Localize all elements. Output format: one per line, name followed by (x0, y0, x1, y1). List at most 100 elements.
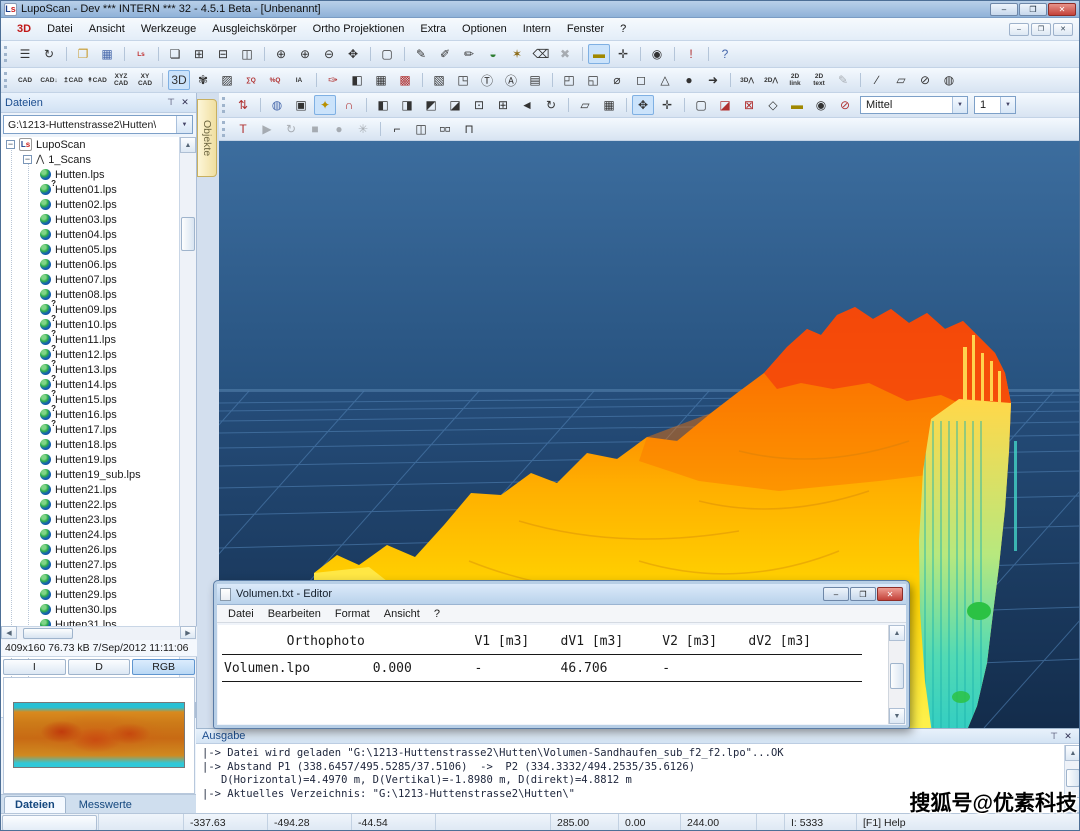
toolbar-icon[interactable]: ▱ (574, 95, 596, 115)
tree-item-file[interactable]: Hutten08.lps (1, 287, 180, 302)
toolbar-icon[interactable]: ✏ (458, 44, 480, 64)
scroll-up-icon[interactable]: ▲ (889, 625, 905, 641)
toolbar-icon[interactable]: XY CAD (134, 70, 156, 90)
menu-item[interactable]: Ausgleichskörper (204, 18, 304, 40)
toolbar-icon[interactable]: ✖ (554, 44, 576, 64)
toolbar-icon[interactable]: ⊞ (492, 95, 514, 115)
toolbar-icon[interactable] (671, 44, 677, 64)
toolbar-icon[interactable]: 3D (168, 70, 190, 90)
toolbar-icon[interactable]: ? (714, 44, 736, 64)
toolbar-icon[interactable]: ◨ (396, 95, 418, 115)
editor-content[interactable]: Orthophoto V1 [m3] dV1 [m3] V2 [m3] dV2 … (218, 625, 905, 724)
scrollbar-thumb[interactable] (181, 217, 195, 251)
toolbar-icon[interactable]: ✶ (506, 44, 528, 64)
tree-item-file[interactable]: Hutten12.lps (1, 347, 180, 362)
toolbar-icon[interactable]: T (232, 119, 254, 139)
toolbar-icon[interactable]: ⊡ (468, 95, 490, 115)
menu-item[interactable]: Intern (515, 18, 559, 40)
toolbar-icon[interactable]: ▦ (96, 44, 118, 64)
tree-item-file[interactable]: Hutten13.lps (1, 362, 180, 377)
toolbar-icon[interactable]: CAD (14, 70, 36, 90)
toolbar-icon[interactable]: ⌫ (530, 44, 552, 64)
toolbar-icon[interactable]: 3D⋀ (736, 70, 758, 90)
menu-item[interactable]: 3D (9, 18, 39, 40)
toolbar-icon[interactable]: ✎ (832, 70, 854, 90)
toolbar-icon[interactable] (367, 44, 373, 64)
toolbar-grip[interactable] (222, 121, 227, 137)
tree-item-file[interactable]: Hutten21.lps (1, 482, 180, 497)
toolbar-icon[interactable] (705, 44, 711, 64)
tree-item-file[interactable]: Hutten03.lps (1, 212, 180, 227)
tree-item-file[interactable]: Hutten.lps (1, 167, 180, 182)
toolbar-icon[interactable]: 2D link (784, 70, 806, 90)
panel-header-button[interactable]: ⊤ (1047, 729, 1061, 743)
tree-item-file[interactable]: Hutten18.lps (1, 437, 180, 452)
title-bar[interactable]: Ls LupoScan - Dev *** INTERN *** 32 - 4.… (1, 1, 1079, 18)
toolbar-icon[interactable]: ▧ (428, 70, 450, 90)
toolbar-icon[interactable]: ✑ (322, 70, 344, 90)
toolbar-icon[interactable]: ▢ (376, 44, 398, 64)
toolbar-icon[interactable] (257, 95, 263, 115)
toolbar-icon[interactable] (121, 44, 127, 64)
scroll-up-icon[interactable]: ▲ (180, 137, 196, 153)
tree-item-file[interactable]: Hutten06.lps (1, 257, 180, 272)
tree-item-file[interactable]: Hutten04.lps (1, 227, 180, 242)
toolbar-icon[interactable]: ▢ (690, 95, 712, 115)
toolbar-icon[interactable]: ◉ (646, 44, 668, 64)
toolbar-icon[interactable]: ▣ (290, 95, 312, 115)
menu-item[interactable]: Ortho Projektionen (305, 18, 413, 40)
tree-item-file[interactable]: Hutten29.lps (1, 587, 180, 602)
toolbar-icon[interactable]: ✎ (410, 44, 432, 64)
scrollbar-thumb[interactable] (890, 663, 904, 689)
toolbar-icon[interactable] (857, 70, 863, 90)
toolbar-icon[interactable]: ⊕ (294, 44, 316, 64)
toolbar-icon[interactable]: ⊘ (914, 70, 936, 90)
tab-objekte[interactable]: Objekte (197, 99, 217, 177)
toolbar-icon[interactable]: ◇ (762, 95, 784, 115)
scroll-right-icon[interactable]: ▶ (180, 626, 196, 639)
toolbar-icon[interactable] (313, 70, 319, 90)
toolbar-icon[interactable]: ◧ (372, 95, 394, 115)
toolbar-icon[interactable] (549, 70, 555, 90)
toolbar-icon[interactable] (681, 95, 687, 115)
toolbar-icon[interactable]: ◪ (714, 95, 736, 115)
scrollbar-thumb[interactable] (1066, 769, 1080, 787)
toolbar-icon[interactable] (727, 70, 733, 90)
toolbar-icon[interactable]: ◪ (444, 95, 466, 115)
toolbar-grip[interactable] (4, 72, 9, 88)
toolbar-icon[interactable]: ☰ (14, 44, 36, 64)
toolbar-icon[interactable]: ⇅ (232, 95, 254, 115)
toolbar-icon[interactable]: 2D text (808, 70, 830, 90)
scroll-up-icon[interactable]: ▲ (1065, 745, 1080, 761)
editor-window-control[interactable]: ✕ (877, 587, 903, 601)
toolbar-icon[interactable]: ✾ (192, 70, 214, 90)
toolbar-icon[interactable]: ⌀ (606, 70, 628, 90)
toolbar-icon[interactable]: ▶ (256, 119, 278, 139)
toolbar-icon[interactable]: ⊘ (834, 95, 856, 115)
orthophoto-thumbnail[interactable] (13, 702, 185, 768)
menu-item[interactable]: Optionen (454, 18, 515, 40)
toolbar-icon[interactable]: ✥ (342, 44, 364, 64)
tree-item-file[interactable]: Hutten10.lps (1, 317, 180, 332)
editor-window[interactable]: Volumen.txt - Editor –❐✕ DateiBearbeiten… (214, 581, 909, 728)
tree-item-file[interactable]: Hutten14.lps (1, 377, 180, 392)
toolbar-icon[interactable]: △ (654, 70, 676, 90)
toolbar-icon[interactable]: XYZ CAD (110, 70, 132, 90)
toolbar-icon[interactable]: ❐ (72, 44, 94, 64)
toolbar-icon[interactable]: 2D⋀ (760, 70, 782, 90)
tree-item-file[interactable]: Hutten15.lps (1, 392, 180, 407)
panel-header-button[interactable]: ✕ (1061, 729, 1075, 743)
toolbar-icon[interactable] (623, 95, 629, 115)
toolbar-icon[interactable]: ◉ (810, 95, 832, 115)
toolbar-icon[interactable]: Ⓐ (500, 70, 522, 90)
editor-menu-item[interactable]: Bearbeiten (261, 608, 328, 620)
toolbar-icon[interactable]: ◳ (452, 70, 474, 90)
toolbar-icon[interactable]: ⊠ (738, 95, 760, 115)
tree-item-file[interactable]: Hutten23.lps (1, 512, 180, 527)
channel-button[interactable]: D (68, 659, 131, 675)
window-control-button[interactable]: ✕ (1048, 3, 1076, 16)
panel-header-button[interactable]: ✕ (178, 96, 192, 110)
tree-item-file[interactable]: Hutten30.lps (1, 602, 180, 617)
menu-item[interactable]: ? (612, 18, 634, 40)
editor-scrollbar[interactable]: ▲ ▼ (888, 625, 905, 724)
